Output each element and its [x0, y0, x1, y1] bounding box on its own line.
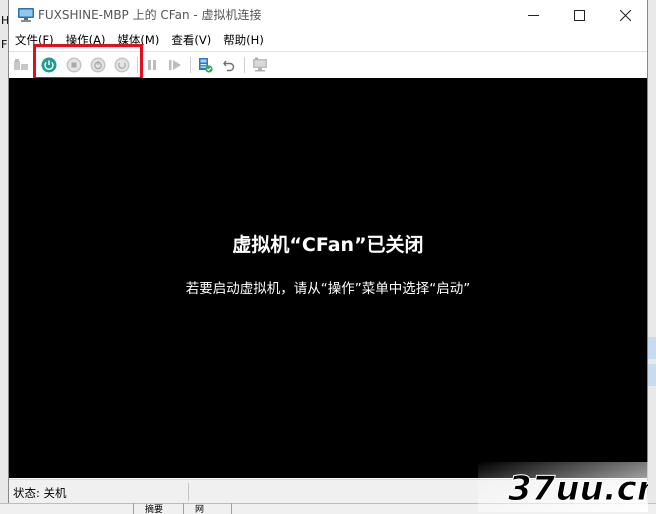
enhanced-session-icon[interactable]	[252, 57, 268, 73]
background-divider	[133, 503, 134, 514]
maximize-icon	[573, 9, 585, 21]
title-bar[interactable]: FUXSHINE-MBP 上的 CFan - 虚拟机连接	[9, 0, 647, 30]
vm-connection-window: FUXSHINE-MBP 上的 CFan - 虚拟机连接 文件(F) 操作(A)…	[8, 0, 648, 503]
window-title: FUXSHINE-MBP 上的 CFan - 虚拟机连接	[38, 8, 262, 22]
vm-off-title: 虚拟机“CFan”已关闭	[232, 234, 424, 256]
close-button[interactable]	[602, 0, 648, 30]
vm-off-instruction: 若要启动虚拟机，请从“操作”菜单中选择“启动”	[185, 281, 471, 297]
menu-help[interactable]: 帮助(H)	[217, 30, 270, 50]
checkpoint-icon[interactable]	[197, 57, 213, 73]
ctrl-alt-del-icon[interactable]	[13, 57, 29, 73]
background-divider	[231, 503, 232, 514]
background-selection	[648, 337, 656, 359]
minimize-icon	[527, 14, 539, 16]
menu-view[interactable]: 查看(V)	[165, 30, 217, 50]
background-right-panel	[648, 0, 656, 514]
toolbar-separator	[190, 57, 191, 73]
background-selection	[648, 364, 656, 386]
toolbar-separator	[244, 57, 245, 73]
start-buttons-highlight	[33, 44, 143, 80]
pause-icon[interactable]	[144, 57, 160, 73]
revert-icon[interactable]	[221, 57, 237, 73]
maximize-button[interactable]	[556, 0, 602, 30]
background-letter: F	[1, 38, 8, 51]
minimize-button[interactable]	[510, 0, 556, 30]
background-tab[interactable]: 网	[195, 503, 204, 514]
background-divider	[183, 503, 184, 514]
watermark-logo: 37uu.cn	[478, 462, 648, 512]
watermark-text: 37uu.cn	[508, 469, 648, 509]
background-tab[interactable]: 摘要	[145, 503, 163, 514]
vm-display[interactable]: 虚拟机“CFan”已关闭 若要启动虚拟机，请从“操作”菜单中选择“启动”	[9, 78, 647, 478]
resume-icon[interactable]	[167, 57, 183, 73]
status-text: 状态: 关机	[13, 486, 67, 500]
close-icon	[619, 9, 631, 21]
status-separator	[188, 483, 189, 501]
vm-connect-icon	[18, 8, 34, 22]
